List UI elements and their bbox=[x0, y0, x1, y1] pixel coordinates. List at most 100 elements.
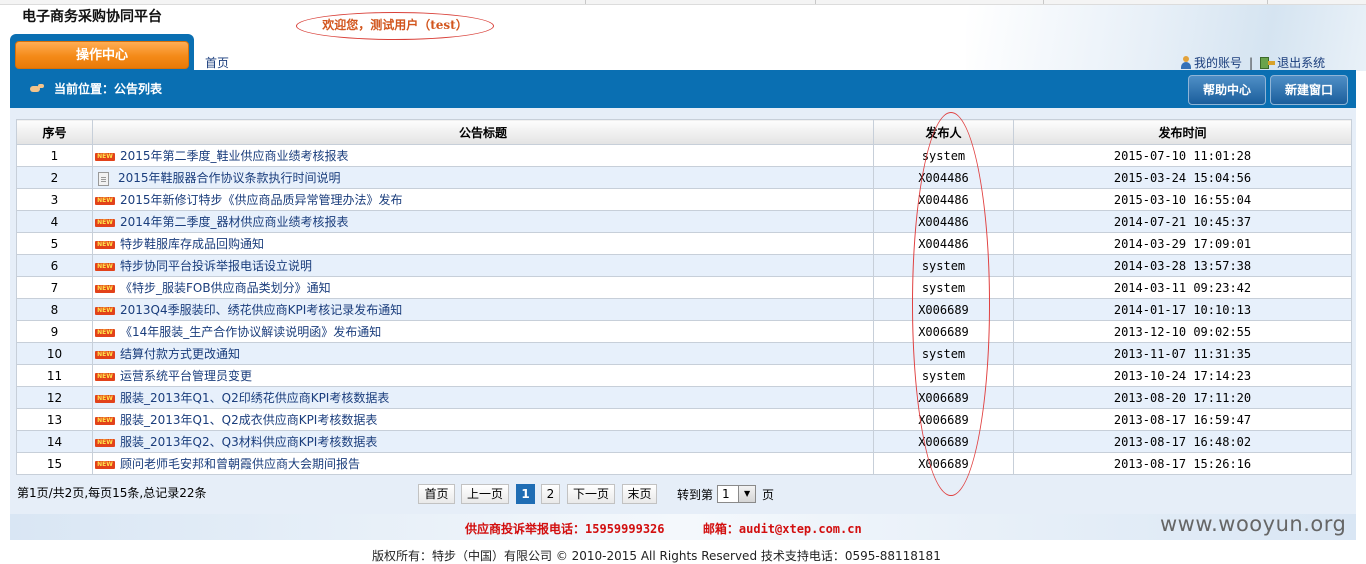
table-row: 7 NEW 《特步_服装FOB供应商品类划分》通知 system 2014-03-11 … bbox=[16, 276, 1352, 299]
column-header-time: 发布时间 bbox=[1013, 119, 1352, 145]
app-title: 电子商务采购协同平台 bbox=[22, 9, 162, 25]
row-number: 14 bbox=[16, 430, 93, 453]
table-row: 6 NEW 特步协同平台投诉举报电话设立说明 system 2014-03-28 13:… bbox=[16, 254, 1352, 277]
announcement-title-link[interactable]: 结算付款方式更改通知 bbox=[120, 347, 240, 361]
row-number: 2 bbox=[16, 166, 93, 189]
row-number: 3 bbox=[16, 188, 93, 211]
row-title-cell: NEW 2014年第二季度_器材供应商业绩考核报表 bbox=[92, 210, 874, 233]
row-time: 2013-08-17 15:26:16 bbox=[1013, 452, 1352, 475]
row-number: 6 bbox=[16, 254, 93, 277]
announcement-title-link[interactable]: 2015年第二季度_鞋业供应商业绩考核报表 bbox=[120, 149, 349, 163]
row-title-cell: NEW 2015年第二季度_鞋业供应商业绩考核报表 bbox=[92, 144, 874, 167]
row-number: 7 bbox=[16, 276, 93, 299]
announcement-table: 序号 公告标题 发布人 发布时间 1 NEW 2015年第二季度_鞋业供应商业绩考核… bbox=[16, 119, 1352, 475]
breadcrumb: 当前位置：公告列表 bbox=[30, 80, 162, 97]
welcome-message: 欢迎您，测试用户（test） bbox=[296, 12, 494, 40]
row-time: 2013-10-24 17:14:23 bbox=[1013, 364, 1352, 387]
row-publisher: X006689 bbox=[873, 452, 1014, 475]
row-number: 12 bbox=[16, 386, 93, 409]
row-publisher: X004486 bbox=[873, 210, 1014, 233]
row-title-cell: NEW 《特步_服装FOB供应商品类划分》通知 bbox=[92, 276, 874, 299]
table-row: 3 NEW 2015年新修订特步《供应商品质异常管理办法》发布 X004486 2015… bbox=[16, 188, 1352, 211]
tab-operation-center[interactable]: 操作中心 bbox=[15, 41, 189, 69]
row-number: 10 bbox=[16, 342, 93, 365]
new-badge-icon: NEW bbox=[95, 284, 115, 293]
announcement-title-link[interactable]: 特步鞋服库存成品回购通知 bbox=[120, 237, 264, 251]
column-header-title: 公告标题 bbox=[92, 119, 874, 145]
announcement-title-link[interactable]: 运营系统平台管理员变更 bbox=[120, 369, 252, 383]
location-bar bbox=[10, 70, 1356, 108]
page-2-button[interactable]: 2 bbox=[541, 484, 560, 504]
table-row: 8 NEW 2013Q4季服装印、绣花供应商KPI考核记录发布通知 X006689 20… bbox=[16, 298, 1352, 321]
table-row: 12 NEW 服装_2013年Q1、Q2印绣花供应商KPI考核数据表 X006689 2… bbox=[16, 386, 1352, 409]
top-tab-divider bbox=[585, 0, 586, 4]
row-publisher: system bbox=[873, 364, 1014, 387]
announcement-title-link[interactable]: 顾问老师毛安邦和曾朝霞供应商大会期间报告 bbox=[120, 457, 360, 471]
row-title-cell: NEW 服装_2013年Q2、Q3材料供应商KPI考核数据表 bbox=[92, 430, 874, 453]
announcement-title-link[interactable]: 《特步_服装FOB供应商品类划分》通知 bbox=[120, 281, 331, 295]
page-select[interactable]: 1 ▼ bbox=[717, 485, 757, 503]
table-row: 5 NEW 特步鞋服库存成品回购通知 X004486 2014-03-29 17:09:… bbox=[16, 232, 1352, 255]
announcement-title-link[interactable]: 特步协同平台投诉举报电话设立说明 bbox=[120, 259, 312, 273]
announcement-title-link[interactable]: 服装_2013年Q2、Q3材料供应商KPI考核数据表 bbox=[120, 435, 377, 449]
complaint-phone: 15959999326 bbox=[585, 522, 665, 536]
page-1-button[interactable]: 1 bbox=[516, 484, 535, 504]
announcement-title-link[interactable]: 2015年鞋服器合作协议条款执行时间说明 bbox=[118, 171, 341, 185]
row-time: 2013-08-17 16:48:02 bbox=[1013, 430, 1352, 453]
last-page-button[interactable]: 末页 bbox=[622, 484, 657, 504]
new-badge-icon: NEW bbox=[95, 438, 115, 447]
row-publisher: X006689 bbox=[873, 408, 1014, 431]
top-tab-divider bbox=[1267, 0, 1268, 4]
chevron-down-icon[interactable]: ▼ bbox=[738, 486, 756, 502]
new-badge-icon: NEW bbox=[95, 328, 115, 337]
row-publisher: system bbox=[873, 276, 1014, 299]
row-time: 2014-03-11 09:23:42 bbox=[1013, 276, 1352, 299]
new-badge-icon: NEW bbox=[95, 394, 115, 403]
announcement-title-link[interactable]: 2013Q4季服装印、绣花供应商KPI考核记录发布通知 bbox=[120, 303, 402, 317]
table-row: 14 NEW 服装_2013年Q2、Q3材料供应商KPI考核数据表 X006689 20… bbox=[16, 430, 1352, 453]
row-publisher: X006689 bbox=[873, 320, 1014, 343]
announcement-title-link[interactable]: 服装_2013年Q1、Q2印绣花供应商KPI考核数据表 bbox=[120, 391, 389, 405]
table-row: 15 NEW 顾问老师毛安邦和曾朝霞供应商大会期间报告 X006689 2013-08-… bbox=[16, 452, 1352, 475]
my-account-link[interactable]: 我的账号 bbox=[1194, 54, 1242, 71]
home-link[interactable]: 首页 bbox=[205, 54, 229, 71]
mail-label: 邮箱： bbox=[702, 522, 739, 536]
page-jump: 转到第 1 ▼ 页 bbox=[677, 485, 774, 503]
column-header-no: 序号 bbox=[16, 119, 93, 145]
table-header-row: 序号 公告标题 发布人 发布时间 bbox=[16, 119, 1352, 145]
announcement-title-link[interactable]: 2014年第二季度_器材供应商业绩考核报表 bbox=[120, 215, 349, 229]
new-window-button[interactable]: 新建窗口 bbox=[1270, 75, 1348, 105]
jump-suffix: 页 bbox=[762, 487, 775, 502]
row-publisher: system bbox=[873, 254, 1014, 277]
table-row: 2 2015年鞋服器合作协议条款执行时间说明 X004486 2015-03-24 1… bbox=[16, 166, 1352, 189]
new-badge-icon: NEW bbox=[95, 262, 115, 271]
row-time: 2015-07-10 11:01:28 bbox=[1013, 144, 1352, 167]
user-icon bbox=[1180, 56, 1192, 69]
prev-page-button[interactable]: 上一页 bbox=[461, 484, 509, 504]
next-page-button[interactable]: 下一页 bbox=[567, 484, 615, 504]
announcement-title-link[interactable]: 2015年新修订特步《供应商品质异常管理办法》发布 bbox=[120, 193, 403, 207]
pagination-info: 第1页/共2页,每页15条,总记录22条 bbox=[17, 486, 207, 500]
new-badge-icon: NEW bbox=[95, 196, 115, 205]
first-page-button[interactable]: 首页 bbox=[418, 484, 455, 504]
current-location: 当前位置：公告列表 bbox=[54, 82, 163, 96]
row-time: 2013-12-10 09:02:55 bbox=[1013, 320, 1352, 343]
row-title-cell: NEW 《14年服装_生产合作协议解读说明函》发布通知 bbox=[92, 320, 874, 343]
new-badge-icon: NEW bbox=[95, 306, 115, 315]
row-publisher: X006689 bbox=[873, 430, 1014, 453]
row-title-cell: NEW 结算付款方式更改通知 bbox=[92, 342, 874, 365]
row-publisher: X006689 bbox=[873, 386, 1014, 409]
row-time: 2015-03-10 16:55:04 bbox=[1013, 188, 1352, 211]
row-title-cell: NEW 服装_2013年Q1、Q2成衣供应商KPI考核数据表 bbox=[92, 408, 874, 431]
announcement-title-link[interactable]: 服装_2013年Q1、Q2成衣供应商KPI考核数据表 bbox=[120, 413, 377, 427]
new-badge-icon: NEW bbox=[95, 240, 115, 249]
row-publisher: system bbox=[873, 342, 1014, 365]
row-time: 2014-03-29 17:09:01 bbox=[1013, 232, 1352, 255]
row-number: 8 bbox=[16, 298, 93, 321]
row-publisher: X004486 bbox=[873, 166, 1014, 189]
help-center-button[interactable]: 帮助中心 bbox=[1188, 75, 1266, 105]
table-row: 4 NEW 2014年第二季度_器材供应商业绩考核报表 X004486 2014-07-… bbox=[16, 210, 1352, 233]
row-time: 2014-01-17 10:10:13 bbox=[1013, 298, 1352, 321]
announcement-title-link[interactable]: 《14年服装_生产合作协议解读说明函》发布通知 bbox=[120, 325, 381, 339]
logout-link[interactable]: 退出系统 bbox=[1277, 54, 1325, 71]
